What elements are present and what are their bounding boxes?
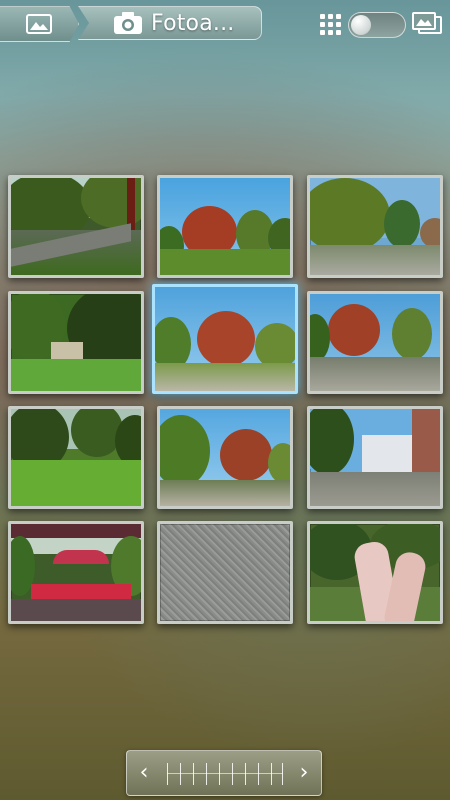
chevron-left-icon[interactable]: ‹ <box>133 761 155 785</box>
view-mode-toggle[interactable] <box>348 12 406 38</box>
photo-3[interactable] <box>307 175 443 278</box>
photo-10[interactable] <box>8 521 144 624</box>
slideshow-icon[interactable] <box>410 10 444 40</box>
toggle-knob <box>351 15 371 35</box>
album-title: Fotoa... <box>151 10 235 36</box>
photo-4[interactable] <box>8 291 144 394</box>
grid-icon[interactable] <box>320 14 342 36</box>
photo-6[interactable] <box>307 291 443 394</box>
camera-icon <box>114 12 142 34</box>
breadcrumb-gallery-home[interactable] <box>0 6 79 42</box>
photo-7[interactable] <box>8 406 144 509</box>
photo-5[interactable] <box>152 284 298 394</box>
gallery-icon <box>26 14 52 34</box>
breadcrumb-album[interactable]: Fotoa... <box>78 6 262 40</box>
action-bar: Fotoa... <box>0 0 450 46</box>
chevron-right-icon[interactable]: › <box>293 761 315 785</box>
film-strip-scroller[interactable]: ‹ › <box>126 750 322 796</box>
scroller-ticks <box>167 759 283 787</box>
photo-12[interactable] <box>307 521 443 624</box>
photo-1[interactable] <box>8 175 144 278</box>
photo-2[interactable] <box>157 175 293 278</box>
photo-9[interactable] <box>307 406 443 509</box>
photo-8[interactable] <box>157 406 293 509</box>
photo-11[interactable] <box>157 521 293 624</box>
